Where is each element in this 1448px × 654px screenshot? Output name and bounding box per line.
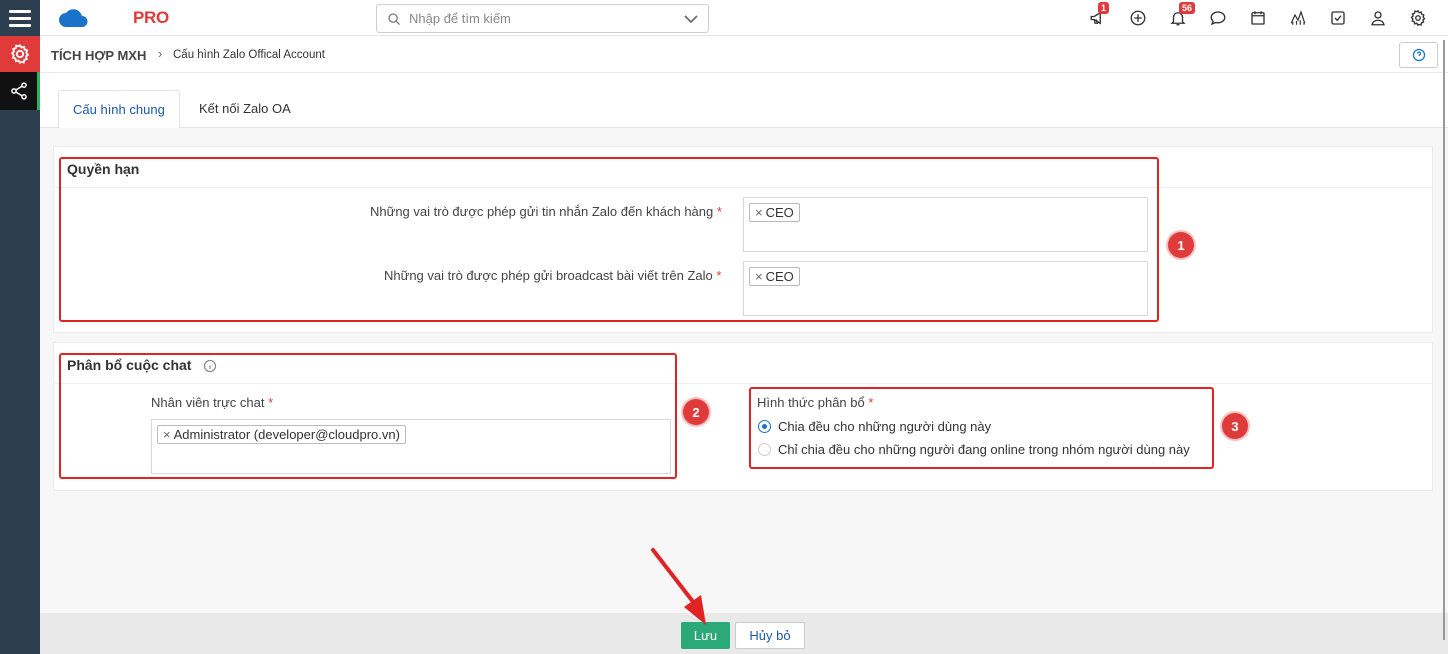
search-icon [388,12,400,25]
add-circle-icon[interactable] [1118,0,1158,36]
left-rail [0,0,40,654]
annotation-box-2 [59,353,677,479]
help-button[interactable] [1399,42,1438,68]
form-footer: Lưu Hủy bỏ [40,613,1448,654]
tab-zalo-connect[interactable]: Kết nối Zalo OA [185,90,305,128]
pointer-arrow-icon [651,548,706,625]
settings-gear-icon[interactable] [0,36,40,72]
notification-badge: 56 [1179,2,1196,14]
global-search[interactable]: Nhập để tìm kiếm [376,4,709,33]
bell-icon[interactable]: 56 [1158,0,1198,36]
hamburger-menu-icon[interactable] [0,0,40,36]
cancel-button[interactable]: Hủy bỏ [735,622,805,649]
tab-general-config[interactable]: Cấu hình chung [58,90,180,128]
task-checkbox-icon[interactable] [1318,0,1358,36]
analytics-icon[interactable] [1278,0,1318,36]
user-profile-icon[interactable] [1358,0,1398,36]
announcement-badge: 1 [1098,2,1110,14]
search-input[interactable]: Nhập để tìm kiếm [409,11,684,26]
gear-icon[interactable] [1398,0,1438,36]
chevron-down-icon[interactable] [684,14,698,24]
cloudpro-logo[interactable]: CLOUDPRO [58,6,169,30]
annotation-number-2: 2 [683,399,709,425]
annotation-box-1 [59,157,1159,322]
question-circle-icon [1412,48,1425,62]
chat-bubble-icon[interactable] [1198,0,1238,36]
settings-tabs: Cấu hình chung Kết nối Zalo OA [40,90,1448,128]
chevron-right-icon: › [158,46,163,61]
annotation-number-3: 3 [1222,413,1248,439]
social-share-icon[interactable] [0,72,40,110]
breadcrumb-section[interactable]: TÍCH HỢP MXH [51,48,146,63]
breadcrumb-page: Cấu hình Zalo Offical Account [173,49,325,61]
megaphone-icon[interactable]: 1 [1078,0,1118,36]
scrollbar[interactable] [1442,40,1446,640]
breadcrumb: TÍCH HỢP MXH › Cấu hình Zalo Offical Acc… [40,37,1448,73]
annotation-number-1: 1 [1168,232,1194,258]
top-header: CLOUDPRO Nhập để tìm kiếm 1 56 [40,0,1448,36]
annotation-box-3 [749,387,1214,469]
calendar-icon[interactable] [1238,0,1278,36]
logo-text: CLOUDPRO [74,8,169,27]
top-icons: 1 56 [1078,0,1438,36]
